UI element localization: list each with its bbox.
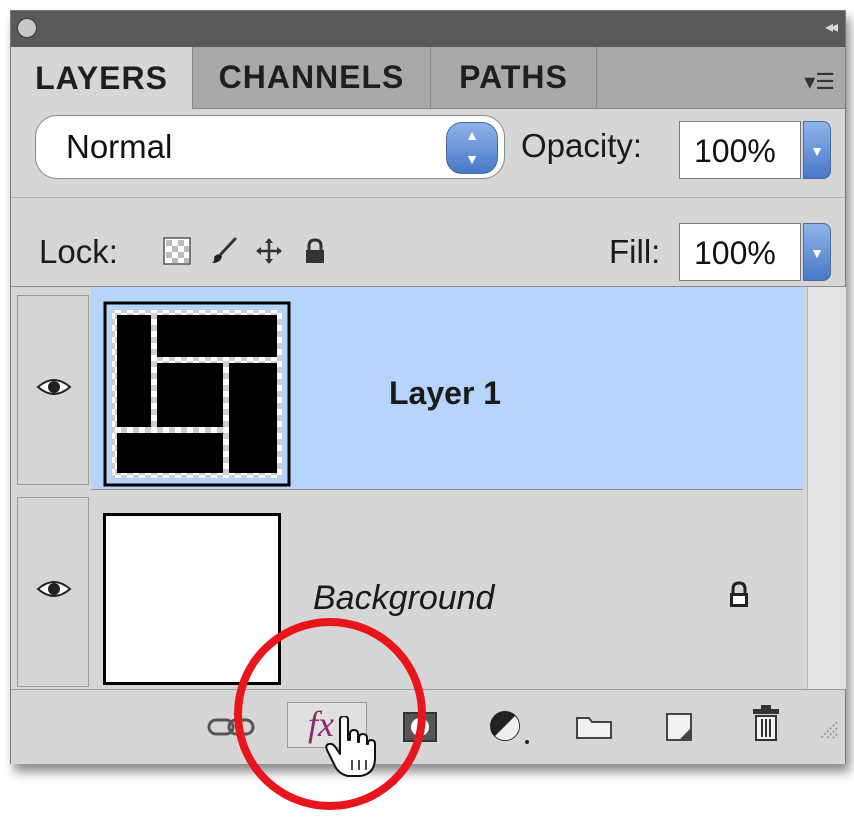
delete-layer-icon[interactable] xyxy=(751,704,781,742)
panel-menu-icon[interactable]: ▾☰ xyxy=(804,69,835,95)
tab-layers[interactable]: LAYERS xyxy=(11,47,193,109)
opacity-value: 100% xyxy=(694,133,776,169)
fill-label: Fill: xyxy=(609,233,661,270)
scrollbar[interactable] xyxy=(807,287,846,689)
tab-channels[interactable]: CHANNELS xyxy=(193,47,431,109)
lock-icon xyxy=(730,581,748,607)
lock-position-icon[interactable] xyxy=(255,237,283,265)
lock-image-pixels-icon[interactable] xyxy=(209,237,237,265)
fill-dropdown-button[interactable]: ▼ xyxy=(803,223,831,281)
visibility-toggle-layer-1[interactable] xyxy=(17,295,89,485)
divider xyxy=(11,197,845,198)
fill-value: 100% xyxy=(694,235,776,271)
resize-grip-icon[interactable] xyxy=(819,720,839,740)
opacity-input[interactable]: 100% xyxy=(679,121,801,179)
blend-mode-stepper-icon[interactable]: ▲ ▼ xyxy=(446,122,498,174)
collapse-icon[interactable]: ◂◂ xyxy=(825,18,838,38)
layer-1-thumbnail[interactable] xyxy=(103,301,291,487)
layer-name[interactable]: Layer 1 xyxy=(389,375,501,412)
visibility-toggle-background[interactable] xyxy=(17,497,89,687)
new-group-icon[interactable] xyxy=(575,714,613,740)
tab-paths[interactable]: PATHS xyxy=(431,47,597,109)
layers-panel: ◂◂ LAYERS CHANNELS PATHS ▾☰ Normal ▲ ▼ Op… xyxy=(10,10,846,764)
hand-cursor-icon xyxy=(325,716,376,777)
lock-all-icon[interactable] xyxy=(301,237,329,265)
highlight-circle xyxy=(234,618,426,810)
lock-label: Lock: xyxy=(39,233,118,270)
layers-list: Layer 1 Background xyxy=(11,287,846,689)
layer-name[interactable]: Background xyxy=(313,579,494,618)
opacity-dropdown-button[interactable]: ▼ xyxy=(803,121,831,179)
blend-mode-select[interactable]: Normal ▲ ▼ xyxy=(35,115,505,179)
lock-transparent-pixels-icon[interactable] xyxy=(163,237,191,265)
fill-input[interactable]: 100% xyxy=(679,223,801,281)
opacity-label: Opacity: xyxy=(521,127,643,164)
bottom-toolbar: fx xyxy=(11,689,845,764)
close-panel-button[interactable] xyxy=(17,18,37,38)
panel-titlebar[interactable]: ◂◂ xyxy=(11,11,845,48)
eye-icon xyxy=(36,379,72,395)
eye-icon xyxy=(36,581,72,597)
adjustment-layer-icon[interactable] xyxy=(489,710,533,746)
new-layer-icon[interactable] xyxy=(665,712,693,742)
blend-mode-value: Normal xyxy=(66,128,173,165)
